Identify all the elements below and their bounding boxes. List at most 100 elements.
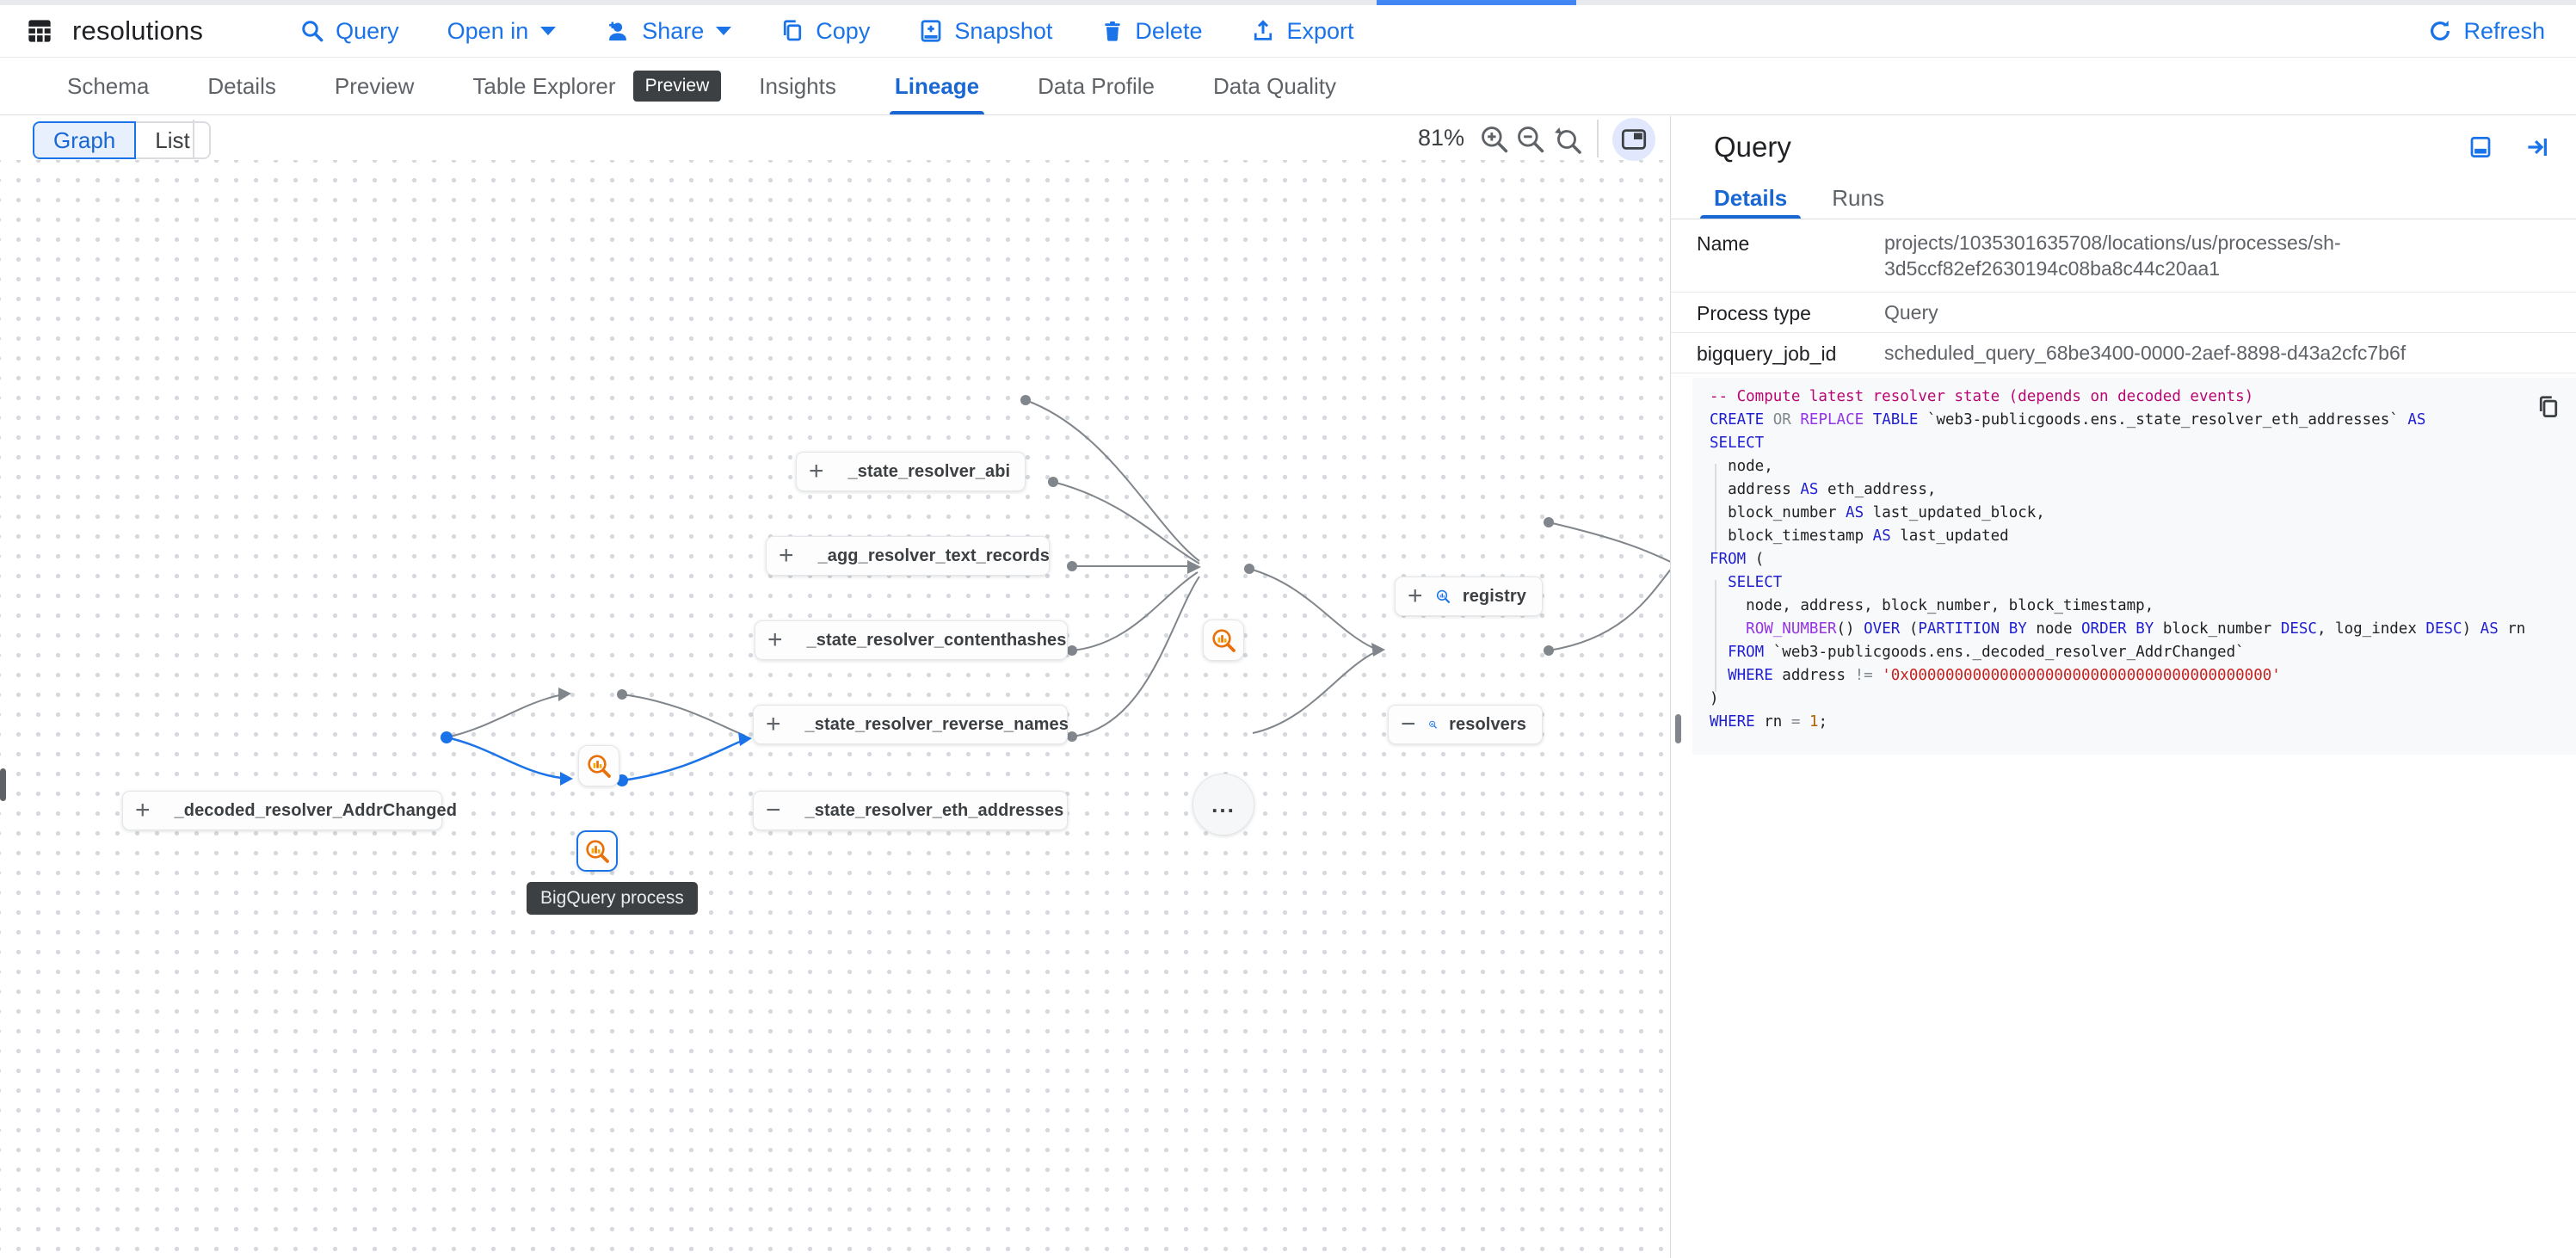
node-state-resolver-eth-addresses[interactable]: − _state_resolver_eth_addresses: [753, 791, 1068, 830]
view-toggle-graph[interactable]: Graph: [33, 121, 136, 159]
collapse-minus-icon[interactable]: −: [766, 798, 781, 823]
zoom-reset-icon[interactable]: [1550, 123, 1583, 156]
node-label: _agg_resolver_text_records: [818, 546, 1050, 566]
tab-schema[interactable]: Schema: [38, 58, 178, 114]
panel-tabs: Details Runs: [1671, 177, 2576, 219]
snapshot-button[interactable]: Snapshot: [918, 18, 1052, 45]
snapshot-icon: [918, 18, 944, 44]
zoom-level: 81%: [1418, 125, 1464, 151]
node-resolvers[interactable]: − resolvers: [1388, 705, 1543, 744]
collapse-minus-icon[interactable]: −: [1401, 712, 1416, 737]
copy-button[interactable]: Copy: [780, 18, 870, 45]
tab-table-explorer[interactable]: Table Explorer: [443, 58, 644, 114]
process-node-selected[interactable]: [576, 830, 618, 872]
zoom-in-icon[interactable]: [1478, 123, 1511, 156]
chevron-down-icon: [716, 27, 731, 35]
export-icon: [1250, 18, 1276, 44]
field-row-name: Name projects/1035301635708/locations/us…: [1671, 219, 2576, 293]
bigquery-process-icon: [583, 837, 611, 865]
field-value-name: projects/1035301635708/locations/us/proc…: [1884, 230, 2367, 281]
tab-lineage[interactable]: Lineage: [866, 58, 1008, 114]
refresh-button[interactable]: Refresh: [2427, 18, 2545, 45]
node-state-resolver-reverse-names[interactable]: + _state_resolver_reverse_names: [753, 705, 1068, 744]
node-state-resolver-contenthashes[interactable]: + _state_resolver_contenthashes: [755, 620, 1068, 660]
page-title: resolutions: [72, 15, 203, 46]
copy-icon: [780, 18, 805, 44]
collapse-panel-button[interactable]: [2524, 134, 2550, 160]
vertical-scrollbar-thumb[interactable]: [0, 768, 6, 801]
expand-plus-icon[interactable]: +: [767, 627, 783, 653]
lineage-canvas[interactable]: + _state_resolver_abi + _agg_resolver_te…: [0, 116, 1670, 1258]
delete-button[interactable]: Delete: [1100, 18, 1202, 45]
field-row-process-type: Process type Query: [1671, 293, 2576, 333]
view-toggle-list[interactable]: List: [136, 121, 210, 159]
node-agg-resolver-text-records[interactable]: + _agg_resolver_text_records: [766, 536, 1050, 576]
minimap-icon: [1621, 128, 1647, 151]
toolbar-divider: [193, 120, 194, 157]
node-label: registry: [1463, 587, 1526, 607]
bigquery-process-icon: [1210, 626, 1237, 654]
field-row-bigquery-job-id: bigquery_job_id scheduled_query_68be3400…: [1671, 333, 2576, 373]
node-label: _state_resolver_reverse_names: [805, 715, 1069, 735]
process-node-center[interactable]: [1203, 620, 1244, 661]
tab-bar: Schema Details Preview Table Explorer Pr…: [0, 57, 2576, 115]
sql-code: -- Compute latest resolver state (depend…: [1710, 385, 2517, 734]
tab-insights[interactable]: Insights: [730, 58, 866, 114]
header-actions: Query Open in Share Copy: [299, 18, 1353, 45]
node-registry[interactable]: + registry: [1395, 577, 1543, 616]
zoom-out-icon[interactable]: [1514, 123, 1547, 156]
panel-tab-runs[interactable]: Runs: [1809, 177, 1907, 219]
panel-title: Query: [1714, 131, 1791, 163]
expand-plus-icon[interactable]: +: [135, 798, 151, 823]
dock-bottom-icon: [2468, 134, 2493, 160]
graph-toolbar: Graph List 81%: [0, 116, 1670, 160]
collapse-right-icon: [2524, 134, 2550, 160]
bigquery-table-icon: [1428, 712, 1438, 737]
field-value-bigquery-job-id: scheduled_query_68be3400-0000-2aef-8898-…: [1884, 340, 2431, 366]
collapsed-nodes-ellipsis[interactable]: ...: [1192, 774, 1254, 836]
view-toggle: Graph List: [33, 121, 211, 159]
node-label: _state_resolver_abi: [848, 462, 1011, 482]
node-state-resolver-abi[interactable]: + _state_resolver_abi: [796, 452, 1026, 491]
copy-code-icon[interactable]: [2536, 393, 2561, 421]
search-icon: [299, 18, 325, 44]
tab-preview[interactable]: Preview: [305, 58, 443, 114]
node-decoded-resolver-addrchanged[interactable]: + _decoded_resolver_AddrChanged: [122, 791, 442, 830]
chevron-down-icon: [540, 27, 556, 35]
bigquery-table-icon: [1435, 583, 1451, 609]
person-add-icon: [604, 18, 632, 44]
dock-bottom-button[interactable]: [2468, 134, 2493, 160]
table-icon: [26, 17, 53, 45]
tab-data-quality[interactable]: Data Quality: [1184, 58, 1365, 114]
panel-scrollbar-thumb[interactable]: [1675, 714, 1681, 743]
node-label: _state_resolver_contenthashes: [807, 631, 1067, 651]
export-button[interactable]: Export: [1250, 18, 1353, 45]
app-header: resolutions Query Open in Share: [0, 5, 2576, 57]
tab-details[interactable]: Details: [178, 58, 305, 114]
node-label: _decoded_resolver_AddrChanged: [175, 801, 458, 821]
bigquery-process-icon: [585, 752, 613, 780]
sql-code-block: -- Compute latest resolver state (depend…: [1692, 378, 2576, 755]
panel-header: Query: [1671, 116, 2576, 177]
expand-plus-icon[interactable]: +: [779, 543, 794, 569]
minimap-toggle-button[interactable]: [1612, 118, 1655, 161]
node-label: _state_resolver_eth_addresses: [805, 801, 1064, 821]
refresh-icon: [2427, 18, 2453, 44]
node-label: resolvers: [1449, 715, 1526, 735]
details-panel: Query Details Runs Name: [1670, 116, 2576, 1258]
preview-badge: Preview: [633, 71, 722, 102]
query-button[interactable]: Query: [299, 18, 399, 45]
expand-plus-icon[interactable]: +: [766, 712, 781, 737]
tab-data-profile[interactable]: Data Profile: [1008, 58, 1184, 114]
panel-tab-details[interactable]: Details: [1692, 177, 1809, 219]
expand-plus-icon[interactable]: +: [809, 459, 824, 484]
trash-icon: [1100, 18, 1125, 44]
open-in-button[interactable]: Open in: [447, 18, 557, 45]
toolbar-divider: [1597, 120, 1599, 157]
process-node-upper[interactable]: [578, 745, 619, 786]
share-button[interactable]: Share: [604, 18, 731, 45]
field-value-process-type: Query: [1884, 299, 1964, 325]
expand-plus-icon[interactable]: +: [1408, 583, 1423, 609]
process-tooltip: BigQuery process: [527, 882, 698, 915]
process-fields: Name projects/1035301635708/locations/us…: [1671, 219, 2576, 373]
